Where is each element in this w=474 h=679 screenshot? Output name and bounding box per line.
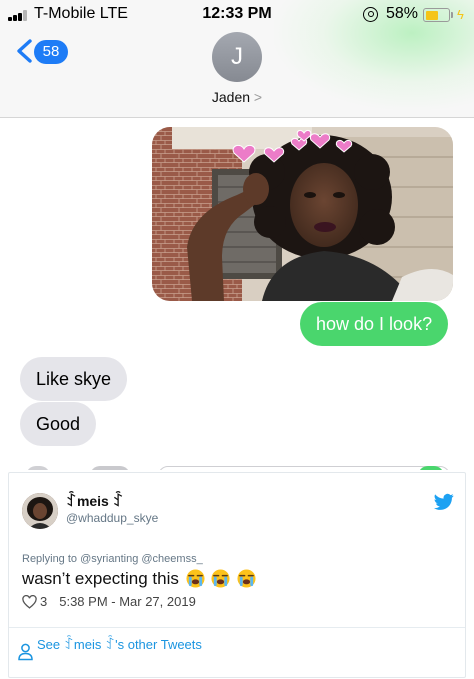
loudly-crying-face-icon bbox=[211, 569, 230, 588]
divider bbox=[9, 627, 465, 628]
person-icon bbox=[18, 643, 33, 661]
back-unread-badge[interactable]: 58 bbox=[34, 40, 68, 64]
battery-icon bbox=[423, 8, 450, 22]
tweet-meta: 3 5:38 PM - Mar 27, 2019 bbox=[22, 594, 196, 609]
like-count[interactable]: 3 bbox=[40, 594, 47, 609]
battery-percent: 58% bbox=[386, 5, 419, 22]
twitter-bird-icon[interactable] bbox=[434, 493, 454, 511]
contact-name: Jaden bbox=[211, 89, 251, 105]
imessage-screenshot: T-Mobile LTE 12:33 PM 58% ϟ 58 J Jaden > bbox=[0, 0, 474, 470]
received-message-bubble[interactable]: Good bbox=[20, 402, 97, 446]
conversation-header: T-Mobile LTE 12:33 PM 58% ϟ 58 J Jaden > bbox=[0, 0, 474, 118]
battery-tip bbox=[451, 12, 453, 18]
loudly-crying-face-icon bbox=[237, 569, 256, 588]
sent-message-bubble[interactable]: how do I look? bbox=[300, 302, 449, 346]
tweet-card: ꉗmeis ꉗ @whaddup_skye Replying to @syria… bbox=[8, 472, 466, 678]
charging-icon: ϟ bbox=[457, 7, 464, 22]
tweet-timestamp[interactable]: 5:38 PM - Mar 27, 2019 bbox=[59, 594, 196, 609]
loudly-crying-face-icon bbox=[186, 569, 205, 588]
tweet-author-name[interactable]: ꉗmeis ꉗ bbox=[66, 492, 124, 510]
chevron-right-icon: > bbox=[253, 89, 263, 105]
photo-message[interactable] bbox=[152, 127, 453, 301]
back-chevron-icon[interactable] bbox=[14, 38, 36, 64]
heart-icon[interactable] bbox=[22, 594, 37, 609]
tweet-body: wasn’t expecting this bbox=[22, 569, 256, 589]
selfie-photo bbox=[152, 127, 453, 301]
status-bar: T-Mobile LTE 12:33 PM 58% ϟ bbox=[0, 4, 474, 26]
tweet-text: wasn’t expecting this bbox=[22, 569, 179, 588]
compose-bar-cropped bbox=[0, 460, 474, 470]
tweet-replying-to: Replying to @syrianting @cheemss_ bbox=[22, 553, 203, 565]
orientation-lock-icon bbox=[363, 7, 378, 22]
see-other-tweets-link[interactable]: See ꉗmeis ꉗ's other Tweets bbox=[37, 636, 227, 654]
tweet-author-handle[interactable]: @whaddup_skye bbox=[66, 511, 158, 525]
received-message-bubble[interactable]: Like skye bbox=[20, 357, 128, 401]
tweet-author-avatar[interactable] bbox=[22, 493, 58, 529]
contact-avatar[interactable]: J bbox=[212, 32, 262, 82]
contact-name-button[interactable]: Jaden > bbox=[0, 89, 474, 105]
